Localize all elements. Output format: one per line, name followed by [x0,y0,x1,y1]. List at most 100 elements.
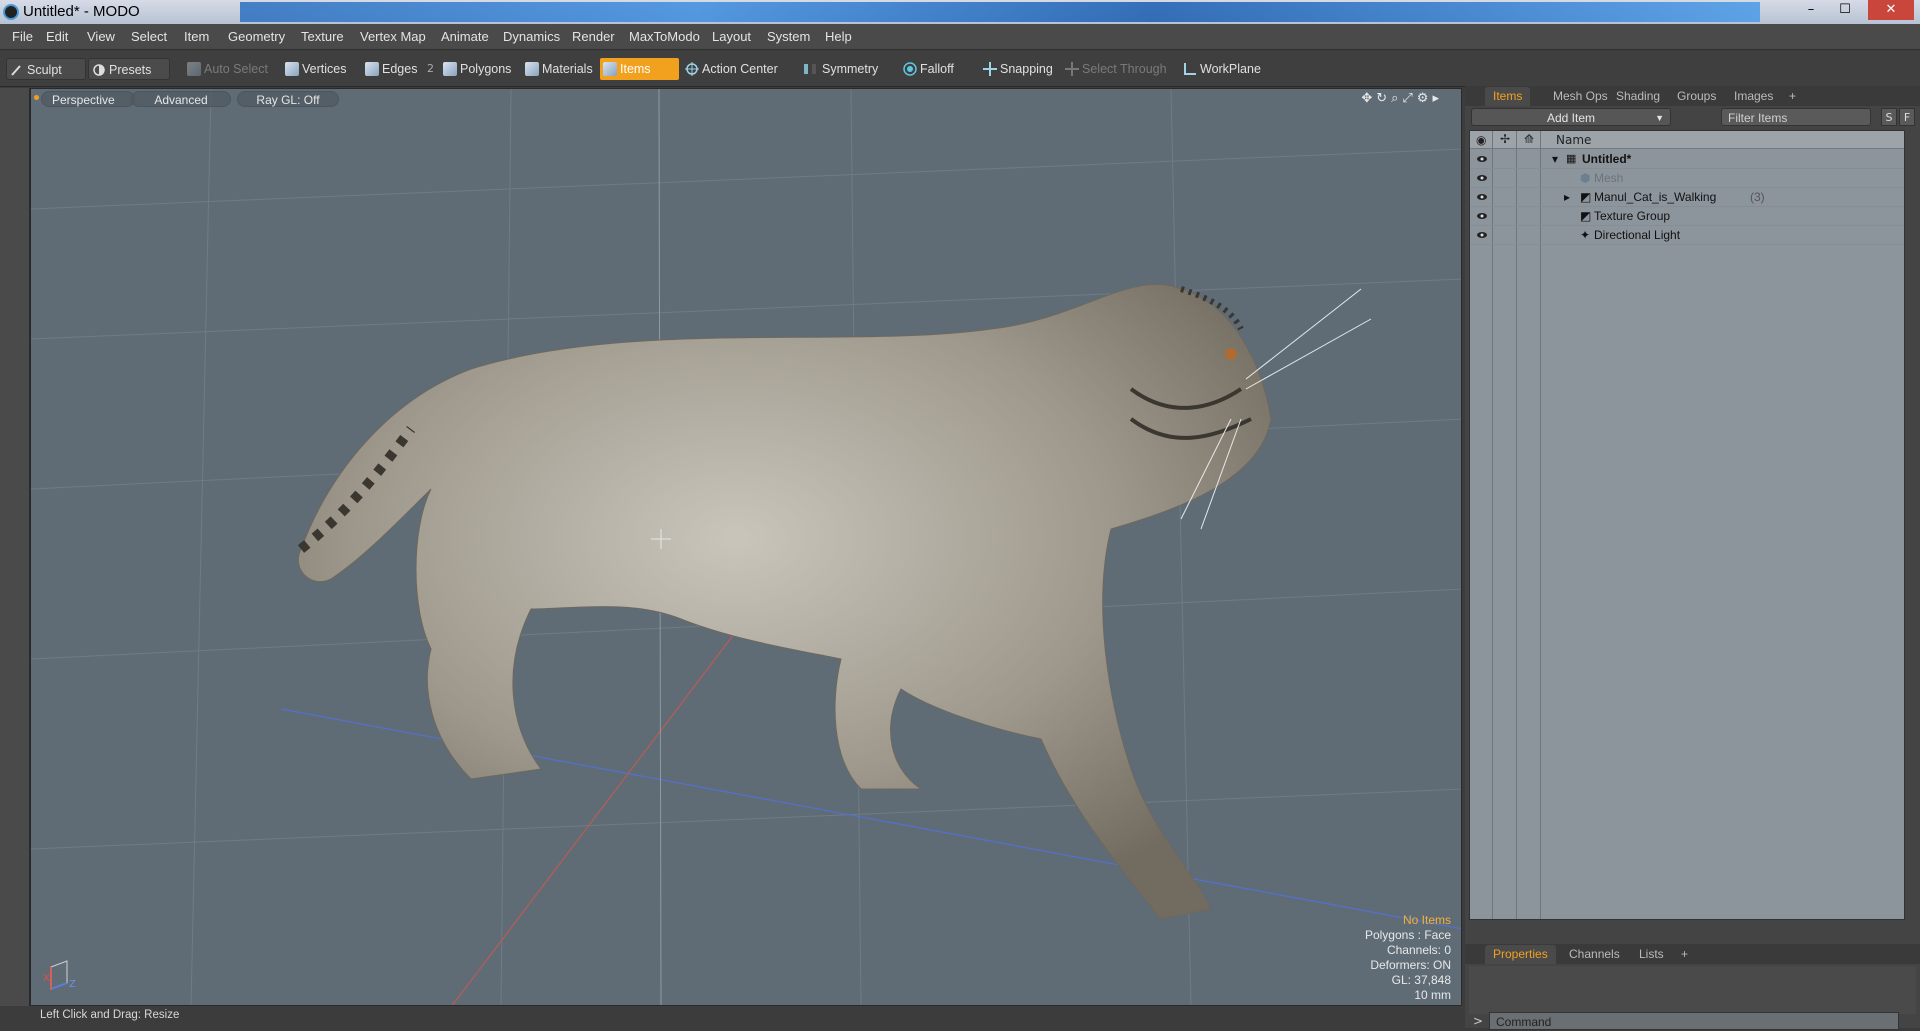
edges-button[interactable]: Edges [362,58,417,80]
menu-help[interactable]: Help [825,29,852,44]
add-item-button[interactable]: Add Item ▼ [1471,108,1671,126]
viewport-scene: X Z [31,89,1461,1005]
symmetry-icon [804,64,816,74]
item-row-texture-group[interactable]: ◩ Texture Group [1470,207,1904,226]
items-button[interactable]: Items [600,58,679,80]
menu-texture[interactable]: Texture [301,29,344,44]
expand-arrow-icon[interactable]: ▾ [1552,152,1558,166]
tab-mesh-ops[interactable]: Mesh Ops [1545,87,1616,106]
falloff-button[interactable]: Falloff [900,58,954,80]
tab-groups[interactable]: Groups [1669,87,1724,106]
menu-view[interactable]: View [87,29,115,44]
eye-icon[interactable] [1476,191,1488,203]
menu-vertex-map[interactable]: Vertex Map [360,29,426,44]
snapping-button[interactable]: Snapping [980,58,1053,80]
eye-icon[interactable] [1476,172,1488,184]
3d-viewport[interactable]: X Z Perspective Advanced Ray GL: Off ✥↻⌕… [30,88,1462,1006]
perspective-button[interactable]: Perspective [41,91,135,107]
stat-selection: No Items [1402,913,1451,927]
add-item-row: Add Item ▼ Filter Items S F [1471,108,1915,128]
render-column-icon: ⟰ [1524,132,1535,146]
filter-items-input[interactable]: Filter Items [1721,108,1871,126]
select-through-icon [1065,62,1079,76]
menu-animate[interactable]: Animate [441,29,489,44]
add-tab-button[interactable]: + [1781,87,1804,106]
left-tool-strip [0,88,30,1007]
mesh-icon: ⬢ [1580,171,1591,185]
minimize-button[interactable]: – [1796,0,1826,20]
tab-properties[interactable]: Properties [1485,945,1556,964]
add-tab-button[interactable]: + [1673,945,1696,964]
menu-bar: File Edit View Select Item Geometry Text… [0,24,1920,50]
menu-system[interactable]: System [767,29,810,44]
item-row-directional-light[interactable]: ✦ Directional Light [1470,226,1904,245]
eye-icon[interactable] [1476,229,1488,241]
presets-button[interactable]: Presets [88,58,170,80]
menu-edit[interactable]: Edit [46,29,68,44]
select-through-button[interactable]: Select Through [1062,58,1167,80]
menu-geometry[interactable]: Geometry [228,29,285,44]
item-row-scene[interactable]: ▾ ▦ Untitled* [1470,150,1904,169]
stat-gl: GL: 37,848 [1391,973,1451,987]
s-button[interactable]: S [1881,108,1897,126]
item-count: (3) [1750,190,1765,204]
scene-icon: ▦ [1566,153,1577,165]
edges-label: Edges [382,62,418,76]
item-row-manul-cat[interactable]: ▸ ◩ Manul_Cat_is_Walking (3) [1470,188,1904,207]
items-label: Items [620,62,651,76]
command-input[interactable]: Command [1489,1012,1899,1030]
visibility-column-eye-icon: ◉ [1476,133,1487,147]
command-prompt-icon: > [1473,1014,1484,1028]
tab-items[interactable]: Items [1485,87,1531,106]
menu-file[interactable]: File [12,29,33,44]
eye-icon[interactable] [1476,153,1488,165]
light-icon: ✦ [1580,228,1591,242]
maximize-button[interactable]: ☐ [1830,0,1860,20]
menu-select[interactable]: Select [131,29,167,44]
presets-label: Presets [109,63,152,77]
falloff-icon [903,62,917,76]
sculpt-button[interactable]: Sculpt [6,58,86,80]
f-button[interactable]: F [1899,108,1915,126]
workplane-icon [1184,63,1196,75]
tab-shading[interactable]: Shading [1608,87,1668,106]
column-divider [1492,131,1493,919]
viewport-nav-icons[interactable]: ✥↻⌕⤢⚙▸ [1361,91,1443,106]
menu-render[interactable]: Render [572,29,615,44]
axis-x-label: X [43,973,50,984]
auto-select-label: Auto Select [204,62,268,76]
polygons-button[interactable]: Polygons [440,58,511,80]
lock-column-icon: ✢ [1500,132,1511,146]
item-label: Texture Group [1594,209,1671,223]
modo-logo-icon [3,4,19,20]
auto-select-button[interactable]: Auto Select [184,58,268,80]
shading-button[interactable]: Advanced [131,91,231,107]
menu-dynamics[interactable]: Dynamics [503,29,560,44]
properties-tabs: Properties Channels Lists + [1465,944,1920,964]
axis-z-label: Z [69,979,76,990]
tab-lists[interactable]: Lists [1631,945,1672,964]
eye-icon[interactable] [1476,210,1488,222]
symmetry-button[interactable]: Symmetry [800,58,878,80]
raygl-button[interactable]: Ray GL: Off [237,91,339,107]
viewport-stats: No Items Polygons : Face Channels: 0 Def… [1365,913,1451,1003]
stat-unit: 10 mm [1414,988,1451,1002]
menu-item[interactable]: Item [184,29,209,44]
close-button[interactable]: ✕ [1868,0,1914,20]
tab-images[interactable]: Images [1726,87,1781,106]
item-row-mesh[interactable]: ⬢ Mesh [1470,169,1904,188]
action-center-button[interactable]: Action Center [682,58,778,80]
name-column-header[interactable]: Name [1556,133,1591,147]
menu-layout[interactable]: Layout [712,29,751,44]
snapping-label: Snapping [1000,62,1053,76]
materials-button[interactable]: Materials [522,58,593,80]
panel-tabs: Items Mesh Ops Shading Groups Images + [1465,86,1920,106]
vertices-button[interactable]: Vertices [282,58,346,80]
stat-deformers: Deformers: ON [1370,958,1451,972]
crosshair-icon [685,62,699,76]
action-center-label: Action Center [702,62,778,76]
expand-arrow-icon[interactable]: ▸ [1564,190,1570,204]
menu-maxtomodo[interactable]: MaxToModo [629,29,700,44]
workplane-button[interactable]: WorkPlane [1180,58,1261,80]
tab-channels[interactable]: Channels [1561,945,1628,964]
